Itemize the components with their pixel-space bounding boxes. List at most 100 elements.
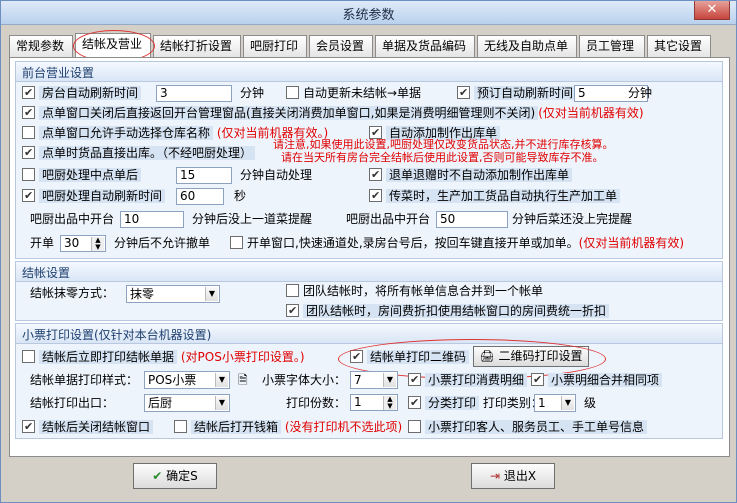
checkbox[interactable] <box>22 143 35 162</box>
auto-refresh-input[interactable]: 3 <box>156 85 232 102</box>
mid-table-input[interactable]: 10 <box>120 211 184 228</box>
tab-general[interactable]: 常规参数 <box>9 35 73 57</box>
copies-spinner[interactable]: 1 ▲ ▼ <box>350 394 398 411</box>
label: 点单窗口关闭后直接返回开台管理窗品(直接关闭消费加单窗口,如果是消费明细管理则不… <box>39 106 539 120</box>
rounding-label: 结帐抹零方式： <box>30 286 115 300</box>
label: 小票明细合并相同项 <box>548 373 663 387</box>
value: 7 <box>354 373 362 387</box>
mid-table2-input[interactable]: 50 <box>436 211 508 228</box>
merge-same-row[interactable]: 小票明细合并相同项 <box>531 370 663 390</box>
checkbox[interactable] <box>286 301 299 320</box>
checkbox[interactable] <box>408 370 421 389</box>
label: 分类打印 <box>425 396 480 410</box>
unit-label: 分钟 <box>240 86 265 100</box>
auto-refresh-row[interactable]: 房台自动刷新时间 <box>22 83 142 103</box>
checkbox[interactable] <box>286 284 299 297</box>
label: 预订自动刷新时间 <box>474 86 577 100</box>
checkbox[interactable] <box>408 393 421 412</box>
auto-produce-row[interactable]: 传菜时，生产加工货品自动执行生产加工单 <box>369 186 621 206</box>
exit-button[interactable]: ⇥ 退出X <box>471 463 555 489</box>
level-label: 级 <box>584 396 597 410</box>
checkbox[interactable] <box>457 83 470 102</box>
value: 1 <box>538 396 546 410</box>
direct-outbound-row[interactable]: 点单时货品直接出库。（不经吧厨处理） <box>22 143 256 163</box>
checkbox[interactable] <box>22 417 35 436</box>
label: 退单退赠时不自动添加制作出库单 <box>386 168 573 182</box>
return-no-outbound-row[interactable]: 退单退赠时不自动添加制作出库单 <box>369 165 573 185</box>
tab-kitchen-print[interactable]: 吧厨打印 <box>243 35 307 57</box>
value: POS小票 <box>148 373 197 387</box>
label: 开单窗口,快速通道处,录房台号后，按回车键直接开单或加单。 <box>247 236 579 250</box>
label: 确定S <box>166 469 198 483</box>
reserve-refresh-row[interactable]: 预订自动刷新时间 <box>457 83 577 103</box>
close-return-row[interactable]: 点单窗口关闭后直接返回开台管理窗品(直接关闭消费加单窗口,如果是消费明细管理则不… <box>22 103 644 123</box>
quick-open-row[interactable]: 开单窗口,快速通道处,录房台号后，按回车键直接开单或加单。(仅对当前机器有效) <box>230 234 684 253</box>
tab-wireless[interactable]: 无线及自助点单 <box>477 35 577 57</box>
label: 团队结帐时，房间费折扣使用结帐窗口的房间费统一折扣 <box>303 304 610 318</box>
rounding-select[interactable]: 抹零 ▼ <box>126 285 220 303</box>
tab-staff[interactable]: 员工管理 <box>579 35 645 57</box>
label: 吧厨处理中点单后 <box>39 168 142 182</box>
label: 点单窗口允许手动选择仓库名称 <box>39 126 214 140</box>
print-detail-row[interactable]: 小票打印消费明细 <box>408 370 528 390</box>
close-after-row[interactable]: 结帐后关闭结帐窗口 <box>22 417 154 437</box>
label: 结帐后打开钱箱 <box>191 420 282 434</box>
open-minutes-spinner[interactable]: 30 ▲ ▼ <box>60 235 106 252</box>
in-process-input[interactable]: 15 <box>176 167 232 184</box>
open-drawer-row[interactable]: 结帐后打开钱箱 (没有打印机不选此项) <box>174 418 402 437</box>
checkbox[interactable] <box>22 350 35 363</box>
style-label: 结帐单据打印样式： <box>30 373 139 387</box>
remind-done-label: 分钟后菜还没上完提醒 <box>512 212 633 226</box>
font-size-select[interactable]: 7 ▼ <box>350 371 398 389</box>
tab-doc-codes[interactable]: 单据及货品编码 <box>375 35 475 57</box>
font-size-label: 小票字体大小： <box>262 373 347 387</box>
checkbox[interactable] <box>230 236 243 249</box>
checkbox[interactable] <box>22 83 35 102</box>
in-process-row[interactable]: 吧厨处理中点单后 <box>22 166 142 185</box>
checkout-section: 结帐设置 结帐抹零方式： 抹零 ▼ 团队结帐时，将所有帐单信息合并到一个帐单 团队… <box>15 261 723 321</box>
checkbox[interactable] <box>408 420 421 433</box>
auto-process-label: 分钟自动处理 <box>240 168 313 182</box>
checkbox[interactable] <box>22 103 35 122</box>
class-print-row[interactable]: 分类打印 打印类别： <box>408 393 543 413</box>
chevron-down-icon: ▼ <box>205 287 218 301</box>
no-cancel-label: 分钟后不允许撤单 <box>114 236 211 250</box>
checkbox[interactable] <box>369 165 382 184</box>
label: 团队结帐时，将所有帐单信息合并到一个帐单 <box>303 284 544 298</box>
tab-discount[interactable]: 结帐打折设置 <box>153 35 241 57</box>
ok-button[interactable]: ✔ 确定S <box>133 463 217 489</box>
tab-other[interactable]: 其它设置 <box>647 35 711 57</box>
spin-icon[interactable]: ▲ ▼ <box>383 396 396 410</box>
tab-member[interactable]: 会员设置 <box>309 35 373 57</box>
tab-panel: 前台营业设置 房台自动刷新时间 3 分钟 自动更新未结帐→单据 预订自动刷新时间… <box>9 57 730 457</box>
checkbox[interactable] <box>174 420 187 433</box>
label: 退出X <box>503 469 537 483</box>
checkbox[interactable] <box>286 86 299 99</box>
doc-icon[interactable]: 🗎 <box>238 371 248 389</box>
auto-update-row[interactable]: 自动更新未结帐→单据 <box>286 84 421 103</box>
room-discount-row[interactable]: 团队结帐时，房间费折扣使用结帐窗口的房间费统一折扣 <box>286 301 610 321</box>
receipt-print-section: 小票打印设置(仅针对本台机器设置) 结帐后立即打印结帐单据 (对POS小票打印设… <box>15 323 723 439</box>
value: 1 <box>354 395 362 409</box>
out-select[interactable]: 后厨 ▼ <box>144 394 230 412</box>
kitchen-refresh-input[interactable]: 60 <box>176 188 224 205</box>
checkbox[interactable] <box>22 126 35 139</box>
print-after-row[interactable]: 结帐后立即打印结帐单据 (对POS小票打印设置。) <box>22 348 305 367</box>
system-params-window: 系统参数 ✕ 常规参数 结帐及营业 结帐打折设置 吧厨打印 会员设置 单据及货品… <box>0 0 737 503</box>
checkbox[interactable] <box>22 186 35 205</box>
close-button[interactable]: ✕ <box>694 1 730 20</box>
section-title: 小票打印设置(仅针对本台机器设置) <box>16 324 722 344</box>
chevron-down-icon: ▼ <box>215 396 228 410</box>
merge-bills-row[interactable]: 团队结帐时，将所有帐单信息合并到一个帐单 <box>286 282 543 301</box>
print-guest-row[interactable]: 小票打印客人、服务员工、手工单号信息 <box>408 418 648 437</box>
spin-icon[interactable]: ▲ ▼ <box>91 237 104 251</box>
out-label: 结帐打印出口： <box>30 396 115 410</box>
style-select[interactable]: POS小票 ▼ <box>144 371 230 389</box>
kitchen-refresh-row[interactable]: 吧厨处理自动刷新时间 <box>22 186 166 206</box>
checkbox[interactable] <box>369 186 382 205</box>
checkbox[interactable] <box>22 168 35 181</box>
note: (对POS小票打印设置。) <box>180 350 305 364</box>
title-bar: 系统参数 ✕ <box>1 1 736 25</box>
checkbox[interactable] <box>531 370 544 389</box>
print-cat-select[interactable]: 1 ▼ <box>534 394 576 412</box>
